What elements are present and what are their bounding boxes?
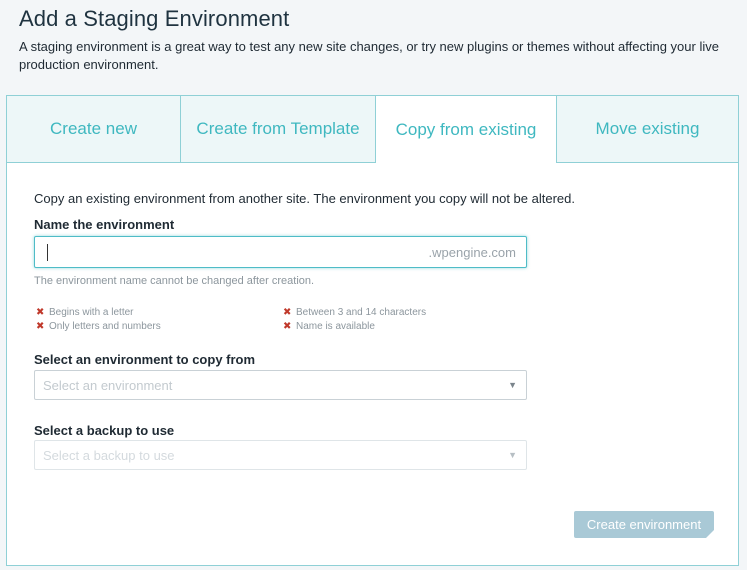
tab-bar: Create new Create from Template Copy fro… xyxy=(7,96,738,163)
name-hint: The environment name cannot be changed a… xyxy=(34,275,315,287)
requirement-text: Only letters and numbers xyxy=(49,321,161,332)
backup-select[interactable]: Select a backup to use ▼ xyxy=(34,440,527,470)
page-header: Add a Staging Environment A staging envi… xyxy=(19,0,739,74)
triangle-down-icon: ▼ xyxy=(508,450,517,460)
backup-select-label: Select a backup to use xyxy=(34,423,175,438)
tab-create-from-template[interactable]: Create from Template xyxy=(181,96,376,163)
requirement-text: Between 3 and 14 characters xyxy=(296,307,427,318)
x-mark-icon: ✖ xyxy=(36,321,45,332)
create-environment-button[interactable]: Create environment xyxy=(574,511,714,538)
triangle-down-icon: ▼ xyxy=(508,380,517,390)
copy-description: Copy an existing environment from anothe… xyxy=(34,191,575,206)
x-mark-icon: ✖ xyxy=(283,321,292,332)
name-label: Name the environment xyxy=(34,217,175,232)
environment-select-label: Select an environment to copy from xyxy=(34,352,256,367)
tab-copy-from-existing[interactable]: Copy from existing xyxy=(376,96,557,163)
tab-create-new[interactable]: Create new xyxy=(7,96,181,163)
text-caret xyxy=(47,244,48,261)
environment-select-placeholder: Select an environment xyxy=(43,378,173,393)
requirement-item: ✖ Begins with a letter xyxy=(36,307,134,318)
environment-select[interactable]: Select an environment ▼ xyxy=(34,370,527,400)
requirement-item: ✖ Between 3 and 14 characters xyxy=(283,307,426,318)
requirement-text: Name is available xyxy=(296,321,375,332)
requirement-item: ✖ Only letters and numbers xyxy=(36,321,161,332)
staging-panel: Create new Create from Template Copy fro… xyxy=(6,95,739,566)
page-subtitle: A staging environment is a great way to … xyxy=(19,39,719,72)
requirement-text: Begins with a letter xyxy=(49,307,134,318)
x-mark-icon: ✖ xyxy=(36,307,45,318)
domain-suffix: .wpengine.com xyxy=(428,245,516,260)
page-title: Add a Staging Environment xyxy=(19,6,290,31)
environment-name-input[interactable]: .wpengine.com xyxy=(34,236,527,268)
tab-move-existing[interactable]: Move existing xyxy=(557,96,738,163)
backup-select-placeholder: Select a backup to use xyxy=(43,448,175,463)
requirement-item: ✖ Name is available xyxy=(283,321,375,332)
x-mark-icon: ✖ xyxy=(283,307,292,318)
tab-content: Copy an existing environment from anothe… xyxy=(34,163,718,565)
